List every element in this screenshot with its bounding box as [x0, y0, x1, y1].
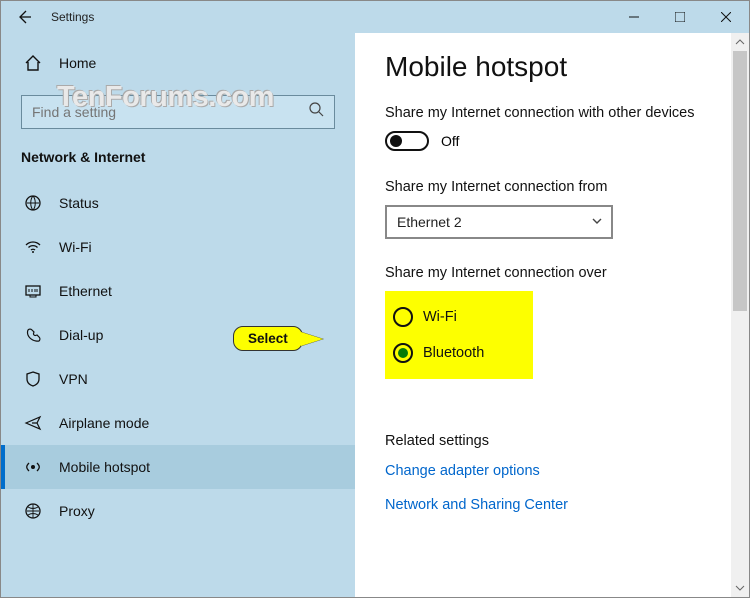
link-change-adapter[interactable]: Change adapter options	[385, 463, 731, 479]
sidebar-item-wifi[interactable]: Wi-Fi	[1, 225, 355, 269]
status-icon	[23, 194, 43, 212]
home-icon	[23, 54, 43, 72]
vpn-icon	[23, 370, 43, 388]
sidebar-item-label: Wi-Fi	[59, 239, 92, 255]
scroll-down-icon[interactable]	[731, 579, 749, 597]
minimize-button[interactable]	[611, 1, 657, 33]
wifi-icon	[23, 238, 43, 256]
titlebar: Settings	[1, 1, 749, 33]
share-from-label: Share my Internet connection from	[385, 179, 731, 195]
sidebar-item-hotspot[interactable]: Mobile hotspot	[1, 445, 355, 489]
annotation-callout: Select	[233, 326, 323, 351]
proxy-icon	[23, 502, 43, 520]
related-settings-header: Related settings	[385, 433, 731, 449]
sidebar: Home Network & Internet Status Wi-Fi Eth…	[1, 33, 355, 597]
dialup-icon	[23, 326, 43, 344]
radio-icon	[393, 343, 413, 363]
share-over-radio-group: Wi-Fi Bluetooth	[385, 291, 533, 379]
page-title: Mobile hotspot	[385, 51, 731, 83]
sidebar-item-airplane[interactable]: Airplane mode	[1, 401, 355, 445]
sidebar-item-ethernet[interactable]: Ethernet	[1, 269, 355, 313]
body: Home Network & Internet Status Wi-Fi Eth…	[1, 33, 749, 597]
back-button[interactable]	[1, 1, 47, 33]
sidebar-item-label: Proxy	[59, 503, 95, 519]
ethernet-icon	[23, 282, 43, 300]
sidebar-item-label: Ethernet	[59, 283, 112, 299]
search-box[interactable]	[21, 95, 335, 129]
scroll-up-icon[interactable]	[731, 33, 749, 51]
scroll-thumb[interactable]	[733, 51, 747, 311]
hotspot-toggle[interactable]	[385, 131, 429, 151]
chevron-down-icon	[591, 214, 603, 230]
toggle-state: Off	[441, 133, 459, 149]
airplane-icon	[23, 414, 43, 432]
sidebar-item-label: Status	[59, 195, 99, 211]
maximize-button[interactable]	[657, 1, 703, 33]
sidebar-item-proxy[interactable]: Proxy	[1, 489, 355, 533]
callout-tail-icon	[301, 332, 323, 346]
radio-option-bluetooth[interactable]: Bluetooth	[393, 335, 515, 371]
radio-option-wifi[interactable]: Wi-Fi	[393, 299, 515, 335]
share-from-select[interactable]: Ethernet 2	[385, 205, 613, 239]
sidebar-item-label: Airplane mode	[59, 415, 149, 431]
window-title: Settings	[47, 10, 94, 24]
scrollbar[interactable]	[731, 33, 749, 597]
home-label: Home	[59, 55, 96, 71]
close-button[interactable]	[703, 1, 749, 33]
link-network-sharing[interactable]: Network and Sharing Center	[385, 497, 731, 513]
share-over-label: Share my Internet connection over	[385, 265, 731, 281]
share-from-value: Ethernet 2	[397, 214, 462, 230]
settings-window: Settings Home Network & Internet Status …	[0, 0, 750, 598]
sidebar-section-header: Network & Internet	[1, 143, 355, 181]
sidebar-item-label: VPN	[59, 371, 88, 387]
home-nav[interactable]: Home	[1, 41, 355, 85]
main: Mobile hotspot Share my Internet connect…	[355, 33, 749, 597]
callout-label: Select	[233, 326, 303, 351]
radio-icon	[393, 307, 413, 327]
radio-label: Wi-Fi	[423, 309, 457, 325]
share-with-label: Share my Internet connection with other …	[385, 105, 731, 121]
content: Mobile hotspot Share my Internet connect…	[355, 33, 731, 597]
sidebar-item-label: Dial-up	[59, 327, 103, 343]
sidebar-item-vpn[interactable]: VPN	[1, 357, 355, 401]
radio-label: Bluetooth	[423, 345, 484, 361]
search-input[interactable]	[32, 104, 280, 120]
sidebar-item-label: Mobile hotspot	[59, 459, 150, 475]
search-icon	[309, 102, 324, 122]
hotspot-icon	[23, 458, 43, 476]
scroll-track[interactable]	[731, 51, 749, 579]
sidebar-item-status[interactable]: Status	[1, 181, 355, 225]
